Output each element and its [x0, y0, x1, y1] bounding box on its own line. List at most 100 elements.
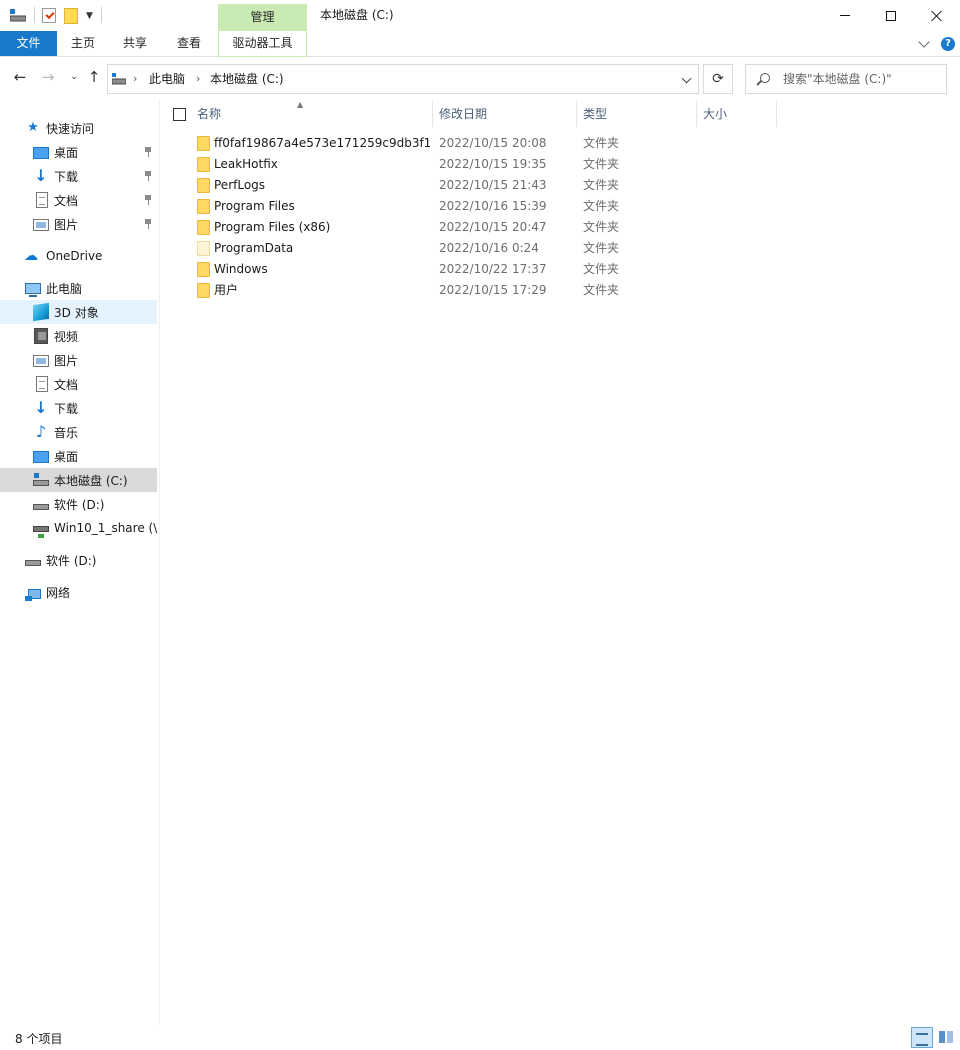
tab-file[interactable]: 文件 [0, 31, 57, 56]
music-icon: ♪ [35, 422, 47, 441]
recent-locations-button[interactable]: ⌄ [64, 67, 84, 87]
file-type: 文件夹 [583, 241, 620, 255]
maximize-button[interactable] [868, 0, 914, 31]
back-button[interactable]: ← [10, 67, 30, 87]
sidebar-item-label: 下载 [54, 169, 79, 184]
column-divider[interactable] [576, 101, 577, 127]
desktop-icon [33, 147, 49, 159]
sidebar-item-label: 音乐 [54, 425, 79, 440]
up-button[interactable]: ↑ [84, 67, 104, 87]
tab-share[interactable]: 共享 [109, 31, 161, 56]
sidebar-item-network[interactable]: 网络 [0, 580, 157, 604]
forward-button[interactable]: → [38, 67, 58, 87]
column-divider[interactable] [432, 101, 433, 127]
sidebar-item-label: 软件 (D:) [54, 497, 105, 512]
search-input[interactable] [783, 69, 941, 89]
sidebar-item-documents[interactable]: 文档 [0, 188, 157, 212]
chevron-right-icon[interactable]: › [133, 65, 137, 93]
cloud-icon: ☁ [24, 248, 38, 264]
large-icons-view-icon[interactable] [935, 1027, 957, 1048]
sidebar-item-label: Win10_1_share (\\ [54, 521, 157, 535]
minimize-icon [840, 15, 850, 16]
column-header-type[interactable]: 类型 [583, 99, 696, 129]
column-header-size[interactable]: 大小 [703, 99, 776, 129]
search-icon [760, 73, 770, 83]
file-row[interactable]: Program Files (x86) 2022/10/15 20:47 文件夹 [160, 217, 960, 238]
breadcrumb-local-disk[interactable]: 本地磁盘 (C:) [210, 65, 284, 93]
chevron-right-icon[interactable]: › [196, 65, 200, 93]
pin-icon[interactable] [144, 147, 152, 157]
new-folder-icon[interactable] [64, 8, 78, 24]
folder-icon [197, 157, 210, 172]
star-icon: ★ [27, 120, 39, 135]
sidebar-item-label: 图片 [54, 217, 79, 232]
column-header-name[interactable]: 名称 [197, 99, 432, 129]
tab-drive-tools[interactable]: 驱动器工具 [218, 31, 307, 57]
file-type: 文件夹 [583, 157, 620, 171]
pin-icon[interactable] [144, 171, 152, 181]
hidden-folder-icon [197, 241, 210, 256]
file-row[interactable]: 用户 2022/10/15 17:29 文件夹 [160, 280, 960, 301]
sidebar-item-quick-access[interactable]: ★ 快速访问 [0, 116, 157, 140]
file-row[interactable]: Windows 2022/10/22 17:37 文件夹 [160, 259, 960, 280]
file-row[interactable]: ProgramData 2022/10/16 0:24 文件夹 [160, 238, 960, 259]
file-row[interactable]: ff0faf19867a4e573e171259c9db3f14 2022/10… [160, 133, 960, 154]
sidebar-item-label: 此电脑 [46, 281, 83, 296]
sidebar-item-local-disk-c[interactable]: 本地磁盘 (C:) [0, 468, 157, 492]
search-box[interactable] [745, 64, 947, 94]
sidebar-item-label: 桌面 [54, 145, 79, 160]
sidebar-item-documents-pc[interactable]: 文档 [0, 372, 157, 396]
file-row[interactable]: Program Files 2022/10/16 15:39 文件夹 [160, 196, 960, 217]
sidebar-item-onedrive[interactable]: ☁ OneDrive [0, 244, 157, 268]
picture-icon [33, 355, 49, 367]
sidebar-item-network-share[interactable]: Win10_1_share (\\ [0, 516, 157, 540]
network-icon [25, 588, 41, 601]
sidebar-item-pictures[interactable]: 图片 [0, 212, 157, 236]
sidebar-item-software-d[interactable]: 软件 (D:) [0, 492, 157, 516]
column-divider[interactable] [696, 101, 697, 127]
sidebar-item-pictures-pc[interactable]: 图片 [0, 348, 157, 372]
sidebar-item-desktop[interactable]: 桌面 [0, 140, 157, 164]
address-bar[interactable]: › 此电脑 › 本地磁盘 (C:) [107, 64, 699, 94]
sidebar-item-3d-objects[interactable]: 3D 对象 [0, 300, 157, 324]
expand-ribbon-icon[interactable] [918, 36, 930, 48]
file-name: Program Files (x86) [214, 220, 331, 234]
qat-dropdown-icon[interactable]: ▼ [86, 11, 93, 21]
folder-icon [197, 199, 210, 214]
file-row[interactable]: PerfLogs 2022/10/15 21:43 文件夹 [160, 175, 960, 196]
file-name: 用户 [214, 283, 239, 297]
pin-icon[interactable] [144, 219, 152, 229]
minimize-button[interactable] [822, 0, 868, 31]
properties-icon[interactable] [42, 8, 56, 23]
breadcrumb-this-pc[interactable]: 此电脑 [149, 65, 185, 93]
address-dropdown-icon[interactable] [681, 73, 692, 84]
file-type: 文件夹 [583, 199, 620, 213]
details-view-icon[interactable] [911, 1027, 933, 1048]
select-all-checkbox[interactable] [173, 108, 186, 121]
file-row[interactable]: LeakHotfix 2022/10/15 19:35 文件夹 [160, 154, 960, 175]
sidebar-item-desktop-pc[interactable]: 桌面 [0, 444, 157, 468]
sidebar-item-music[interactable]: ♪ 音乐 [0, 420, 157, 444]
sidebar-item-label: 本地磁盘 (C:) [54, 473, 128, 488]
column-divider[interactable] [776, 101, 777, 127]
ribbon-tabs: 文件 主页 共享 查看 驱动器工具 ? [0, 31, 960, 57]
item-count: 8 个项目 [15, 1032, 63, 1046]
sidebar-item-downloads-pc[interactable]: ↓ 下载 [0, 396, 157, 420]
tab-view[interactable]: 查看 [161, 31, 217, 56]
drive-icon [33, 503, 49, 510]
refresh-button[interactable]: ⟳ [703, 64, 733, 94]
pin-icon[interactable] [144, 195, 152, 205]
folder-icon [197, 262, 210, 277]
tab-home[interactable]: 主页 [57, 31, 109, 56]
column-header-date[interactable]: 修改日期 [439, 99, 576, 129]
sidebar-item-label: 3D 对象 [54, 305, 99, 320]
help-icon[interactable]: ? [941, 37, 955, 51]
sidebar-item-software-d-root[interactable]: 软件 (D:) [0, 548, 157, 572]
file-type: 文件夹 [583, 178, 620, 192]
sidebar-item-this-pc[interactable]: 此电脑 [0, 276, 157, 300]
qat-separator [101, 7, 102, 23]
sidebar-item-downloads[interactable]: ↓ 下载 [0, 164, 157, 188]
close-button[interactable] [914, 0, 960, 31]
sidebar-item-videos[interactable]: 视频 [0, 324, 157, 348]
navigation-pane: ★ 快速访问 桌面 ↓ 下载 文档 图片 ☁ OneDrive 此电脑 3D 对… [0, 99, 160, 1025]
